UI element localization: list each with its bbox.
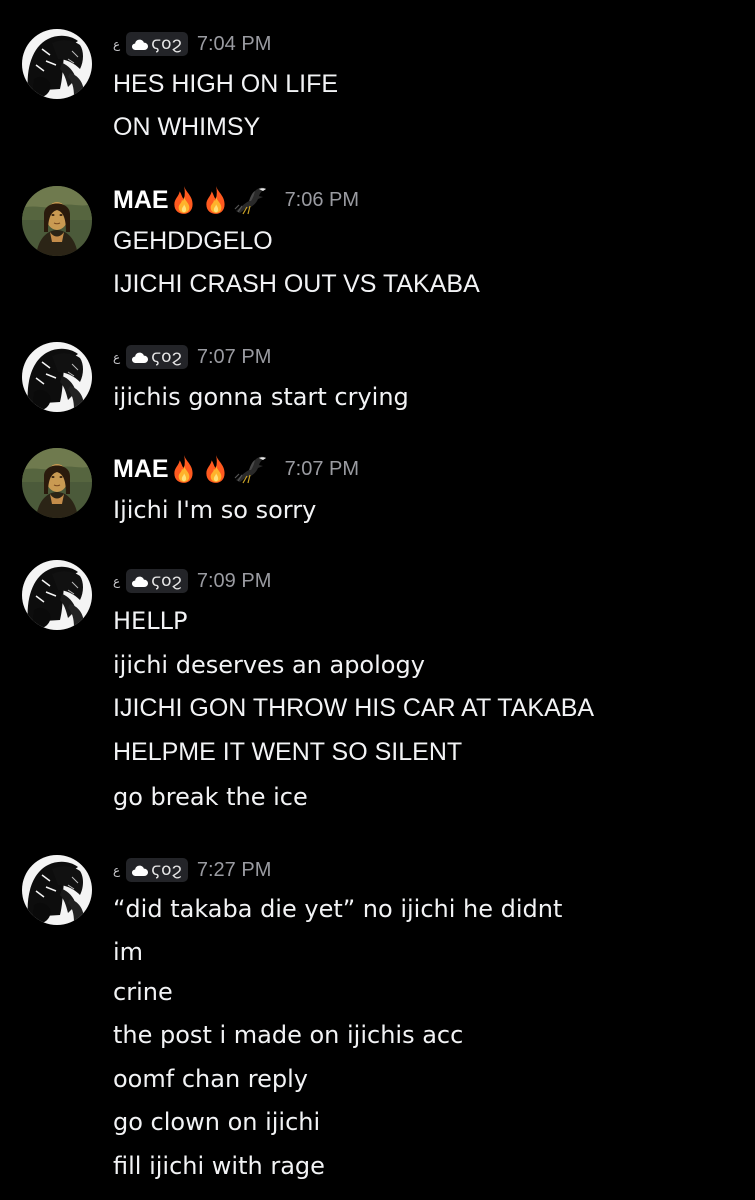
username-tag[interactable]: ع ϛoϩ xyxy=(113,569,188,593)
user-avatar[interactable] xyxy=(22,29,92,99)
username-prefix: ع xyxy=(113,863,121,877)
avatar-image-icon xyxy=(22,29,92,99)
cloud-heart-icon xyxy=(132,576,148,587)
message-text: the post i made on ijichis acc xyxy=(113,1021,464,1049)
message-text: fill ijichi with rage xyxy=(113,1152,325,1180)
username-emoji xyxy=(171,185,269,215)
username-prefix: ع xyxy=(113,37,121,51)
user-avatar[interactable] xyxy=(22,186,92,256)
message-header: ع ϛoϩ 7:07 PM xyxy=(113,342,271,372)
message-text: GEHDDGELO xyxy=(113,227,273,255)
message-timestamp: 7:07 PM xyxy=(196,345,272,368)
fire-emoji-icon xyxy=(203,454,229,484)
message-text: go clown on ijichi xyxy=(113,1108,321,1136)
username-prefix: ع xyxy=(113,574,121,588)
message-text: HELLP xyxy=(113,607,188,635)
message-header: ع ϛoϩ 7:09 PM xyxy=(113,566,271,596)
cloud-heart-icon xyxy=(132,39,148,50)
username-tag[interactable]: ع ϛoϩ xyxy=(113,32,188,56)
message-text: ijichis gonna start crying xyxy=(113,383,409,411)
message-timestamp: 7:07 PM xyxy=(284,457,360,480)
avatar-image-icon xyxy=(22,855,92,925)
username-tag[interactable]: ع ϛoϩ xyxy=(113,345,188,369)
user-avatar[interactable] xyxy=(22,560,92,630)
message-timestamp: 7:06 PM xyxy=(284,188,360,211)
message-header: ع ϛoϩ 7:27 PM xyxy=(113,855,271,885)
mona-lisa-avatar-icon xyxy=(22,186,92,256)
username-tag-text: ϛoϩ xyxy=(151,860,182,880)
message-text: im xyxy=(113,938,144,966)
message-text: oomf chan reply xyxy=(113,1065,308,1093)
message-text: go break the ice xyxy=(113,783,308,811)
cloud-heart-icon xyxy=(132,865,148,876)
username[interactable]: MAE xyxy=(113,455,169,484)
message-text: Ijichi I'm so sorry xyxy=(113,496,317,524)
username-tag-text: ϛoϩ xyxy=(151,347,182,367)
fire-emoji-icon xyxy=(171,185,197,215)
username-tag-text: ϛoϩ xyxy=(151,34,182,54)
message-text: ON WHIMSY xyxy=(113,113,261,141)
message-header: MAE 7:06 PM xyxy=(113,185,359,215)
username[interactable]: MAE xyxy=(113,186,169,215)
avatar-image-icon xyxy=(22,342,92,412)
message-text: crine xyxy=(113,978,173,1006)
fire-emoji-icon xyxy=(203,185,229,215)
user-avatar[interactable] xyxy=(22,448,92,518)
message-header: MAE 7:07 PM xyxy=(113,454,359,484)
username-prefix: ع xyxy=(113,350,121,364)
message-text: IJICHI GON THROW HIS CAR AT TAKABA xyxy=(113,694,595,722)
username-pill[interactable]: ϛoϩ xyxy=(126,569,188,593)
cloud-heart-icon xyxy=(132,352,148,363)
username-pill[interactable]: ϛoϩ xyxy=(126,345,188,369)
message-text: HES HIGH ON LIFE xyxy=(113,70,339,98)
message-header: ع ϛoϩ 7:04 PM xyxy=(113,29,271,59)
username-emoji xyxy=(171,454,269,484)
mona-lisa-avatar-icon xyxy=(22,448,92,518)
bird-emoji-icon xyxy=(233,454,267,484)
fire-emoji-icon xyxy=(171,454,197,484)
username-tag-text: ϛoϩ xyxy=(151,571,182,591)
message-text: HELPME IT WENT SO SILENT xyxy=(113,738,463,766)
user-avatar[interactable] xyxy=(22,342,92,412)
username-pill[interactable]: ϛoϩ xyxy=(126,858,188,882)
bird-emoji-icon xyxy=(233,185,267,215)
message-text: ijichi deserves an apology xyxy=(113,651,425,679)
message-text: IJICHI CRASH OUT VS TAKABA xyxy=(113,270,480,298)
user-avatar[interactable] xyxy=(22,855,92,925)
message-timestamp: 7:04 PM xyxy=(196,32,272,55)
username-pill[interactable]: ϛoϩ xyxy=(126,32,188,56)
message-timestamp: 7:27 PM xyxy=(196,858,272,881)
avatar-image-icon xyxy=(22,560,92,630)
message-timestamp: 7:09 PM xyxy=(196,569,272,592)
username-tag[interactable]: ع ϛoϩ xyxy=(113,858,188,882)
message-text: “did takaba die yet” no ijichi he didnt xyxy=(113,895,563,923)
